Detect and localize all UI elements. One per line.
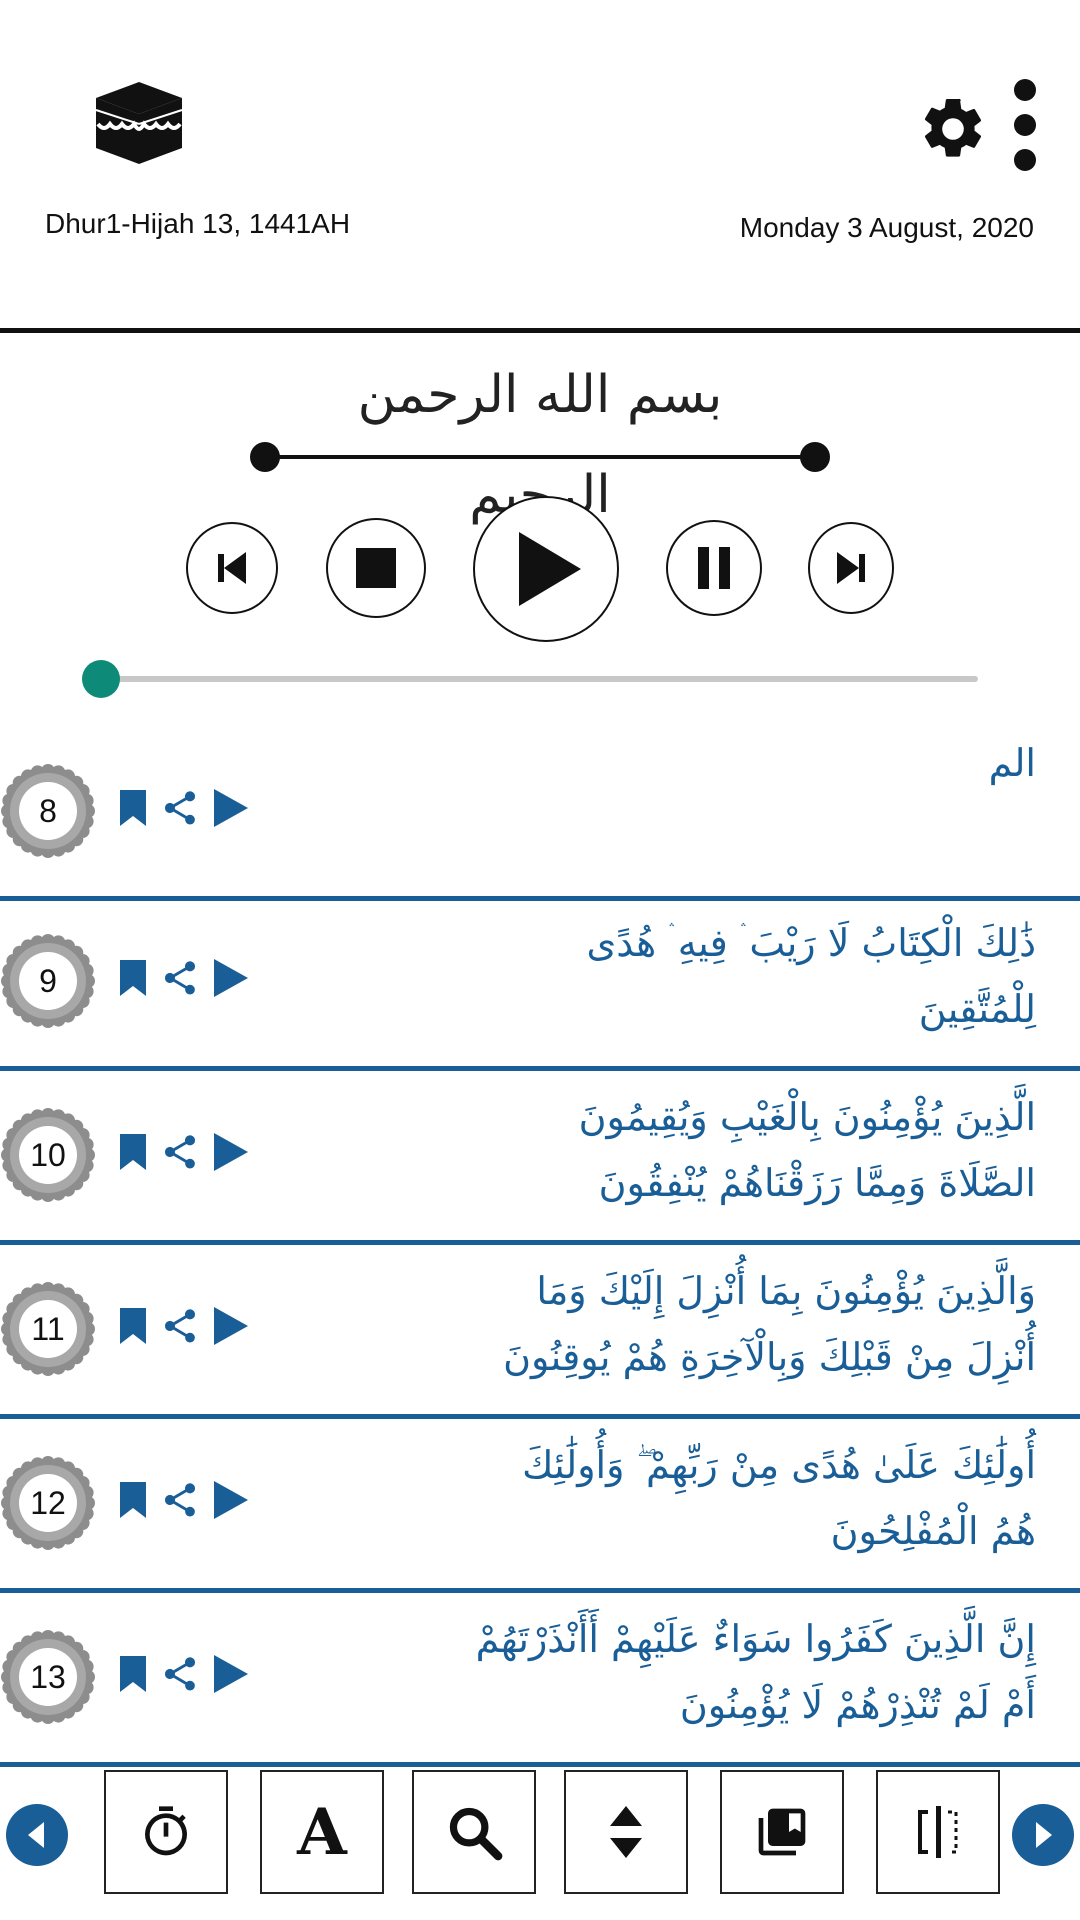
pause-button[interactable] — [666, 520, 762, 616]
play-verse-icon[interactable] — [212, 1479, 250, 1521]
verse-row[interactable]: أُولَٰئِكَ عَلَىٰ هُدًى مِنْ رَبِّهِمْ ۖ… — [0, 1422, 1080, 1593]
verse-divider — [0, 1588, 1080, 1593]
skip-previous-icon — [218, 552, 246, 584]
more-vertical-icon[interactable] — [1012, 78, 1038, 172]
library-button[interactable] — [720, 1770, 844, 1894]
verse-line-1: الم — [988, 741, 1036, 785]
verse-number: 11 — [31, 1310, 65, 1347]
verse-row[interactable]: الم 8 — [0, 730, 1080, 901]
verse-divider — [0, 1414, 1080, 1419]
bookmark-icon[interactable] — [118, 1132, 148, 1172]
verse-text: إِنَّ الَّذِينَ كَفَرُوا سَوَاءٌ عَلَيْه… — [236, 1606, 1036, 1738]
search-button[interactable] — [412, 1770, 536, 1894]
play-verse-icon[interactable] — [212, 1131, 250, 1173]
pause-icon — [698, 547, 730, 589]
verse-number-badge: 13 — [0, 1629, 96, 1725]
header-divider — [0, 328, 1080, 333]
verse-text: الَّذِينَ يُؤْمِنُونَ بِالْغَيْبِ وَيُقِ… — [236, 1084, 1036, 1216]
sort-icon — [610, 1806, 642, 1858]
bookmark-icon[interactable] — [118, 1654, 148, 1694]
seek-thumb[interactable] — [82, 660, 120, 698]
share-icon[interactable] — [160, 1654, 200, 1694]
bookmark-icon[interactable] — [118, 1306, 148, 1346]
share-icon[interactable] — [160, 1480, 200, 1520]
verse-number-badge: 8 — [0, 763, 96, 859]
font-icon: A — [297, 1794, 347, 1870]
play-icon — [519, 532, 581, 606]
verse-line-1: إِنَّ الَّذِينَ كَفَرُوا سَوَاءٌ عَلَيْه… — [475, 1617, 1036, 1661]
verse-line-1: ذَٰلِكَ الْكِتَابُ لَا رَيْبَ ۛ فِيهِ ۛ … — [586, 921, 1036, 965]
bookmark-icon[interactable] — [118, 1480, 148, 1520]
verse-line-2: الصَّلَاةَ وَمِمَّا رَزَقْنَاهُمْ يُنْفِ… — [598, 1161, 1036, 1205]
verse-number: 13 — [30, 1658, 66, 1695]
split-view-button[interactable] — [876, 1770, 1000, 1894]
verse-divider — [0, 1240, 1080, 1245]
hijri-date: Dhur1-Hijah 13, 1441AH — [45, 208, 351, 239]
play-verse-icon[interactable] — [212, 1305, 250, 1347]
verse-number-badge: 11 — [0, 1281, 96, 1377]
seek-bar[interactable] — [102, 676, 978, 682]
share-icon[interactable] — [160, 958, 200, 998]
verse-number: 8 — [39, 792, 57, 829]
timer-icon — [145, 1806, 187, 1856]
bismillah-divider — [264, 455, 818, 459]
verse-line-2: هُمُ الْمُفْلِحُونَ — [830, 1509, 1036, 1553]
skip-previous-button[interactable] — [186, 522, 278, 614]
split-view-icon — [918, 1806, 958, 1858]
arrow-left-icon — [28, 1822, 44, 1848]
verse-number: 10 — [30, 1136, 66, 1173]
search-icon — [449, 1807, 503, 1861]
bismillah-calligraphy: بسم الله الرحمن الرحيم — [357, 365, 723, 525]
play-button[interactable] — [473, 496, 619, 642]
share-icon[interactable] — [160, 1132, 200, 1172]
share-icon[interactable] — [160, 1306, 200, 1346]
verse-line-1: الَّذِينَ يُؤْمِنُونَ بِالْغَيْبِ وَيُقِ… — [578, 1095, 1036, 1139]
divider-dot-right — [800, 442, 830, 472]
verse-text: الم — [236, 730, 1036, 796]
library-icon — [758, 1808, 806, 1856]
play-verse-icon[interactable] — [212, 957, 250, 999]
verse-divider — [0, 1762, 1080, 1767]
bookmark-icon[interactable] — [118, 788, 148, 828]
verse-row[interactable]: إِنَّ الَّذِينَ كَفَرُوا سَوَاءٌ عَلَيْه… — [0, 1596, 1080, 1767]
verse-line-1: أُولَٰئِكَ عَلَىٰ هُدًى مِنْ رَبِّهِمْ ۖ… — [522, 1443, 1036, 1487]
verse-divider — [0, 1066, 1080, 1071]
play-verse-icon[interactable] — [212, 1653, 250, 1695]
verse-number-badge: 9 — [0, 933, 96, 1029]
play-verse-icon[interactable] — [212, 787, 250, 829]
verse-line-2: لِلْمُتَّقِينَ — [918, 987, 1036, 1031]
stop-button[interactable] — [326, 518, 426, 618]
verse-line-1: وَالَّذِينَ يُؤْمِنُونَ بِمَا أُنْزِلَ إ… — [536, 1269, 1036, 1313]
verse-number-badge: 12 — [0, 1455, 96, 1551]
sort-button[interactable] — [564, 1770, 688, 1894]
divider-dot-left — [250, 442, 280, 472]
timer-button[interactable] — [104, 1770, 228, 1894]
gregorian-date: Monday 3 August, 2020 — [739, 212, 1034, 243]
verse-number: 9 — [39, 962, 57, 999]
stop-icon — [356, 548, 396, 588]
font-size-button[interactable]: A — [260, 1770, 384, 1894]
verse-number-badge: 10 — [0, 1107, 96, 1203]
verse-row[interactable]: وَالَّذِينَ يُؤْمِنُونَ بِمَا أُنْزِلَ إ… — [0, 1248, 1080, 1419]
verse-line-2: أُنْزِلَ مِنْ قَبْلِكَ وَبِالْآخِرَةِ هُ… — [503, 1335, 1036, 1379]
verse-row[interactable]: ذَٰلِكَ الْكِتَابُ لَا رَيْبَ ۛ فِيهِ ۛ … — [0, 900, 1080, 1071]
verse-line-2: أَمْ لَمْ تُنْذِرْهُمْ لَا يُؤْمِنُونَ — [679, 1683, 1036, 1727]
previous-page-button[interactable] — [6, 1804, 68, 1866]
verse-number: 12 — [30, 1484, 66, 1521]
verse-row[interactable]: الَّذِينَ يُؤْمِنُونَ بِالْغَيْبِ وَيُقِ… — [0, 1074, 1080, 1245]
verse-text: أُولَٰئِكَ عَلَىٰ هُدًى مِنْ رَبِّهِمْ ۖ… — [236, 1432, 1036, 1564]
skip-next-button[interactable] — [808, 522, 894, 614]
skip-next-icon — [837, 552, 865, 584]
gear-icon[interactable] — [917, 93, 989, 165]
next-page-button[interactable] — [1012, 1804, 1074, 1866]
share-icon[interactable] — [160, 788, 200, 828]
kaaba-icon — [95, 82, 183, 164]
verse-text: ذَٰلِكَ الْكِتَابُ لَا رَيْبَ ۛ فِيهِ ۛ … — [236, 910, 1036, 1042]
arrow-right-icon — [1036, 1822, 1052, 1848]
bookmark-icon[interactable] — [118, 958, 148, 998]
verse-text: وَالَّذِينَ يُؤْمِنُونَ بِمَا أُنْزِلَ إ… — [236, 1258, 1036, 1390]
